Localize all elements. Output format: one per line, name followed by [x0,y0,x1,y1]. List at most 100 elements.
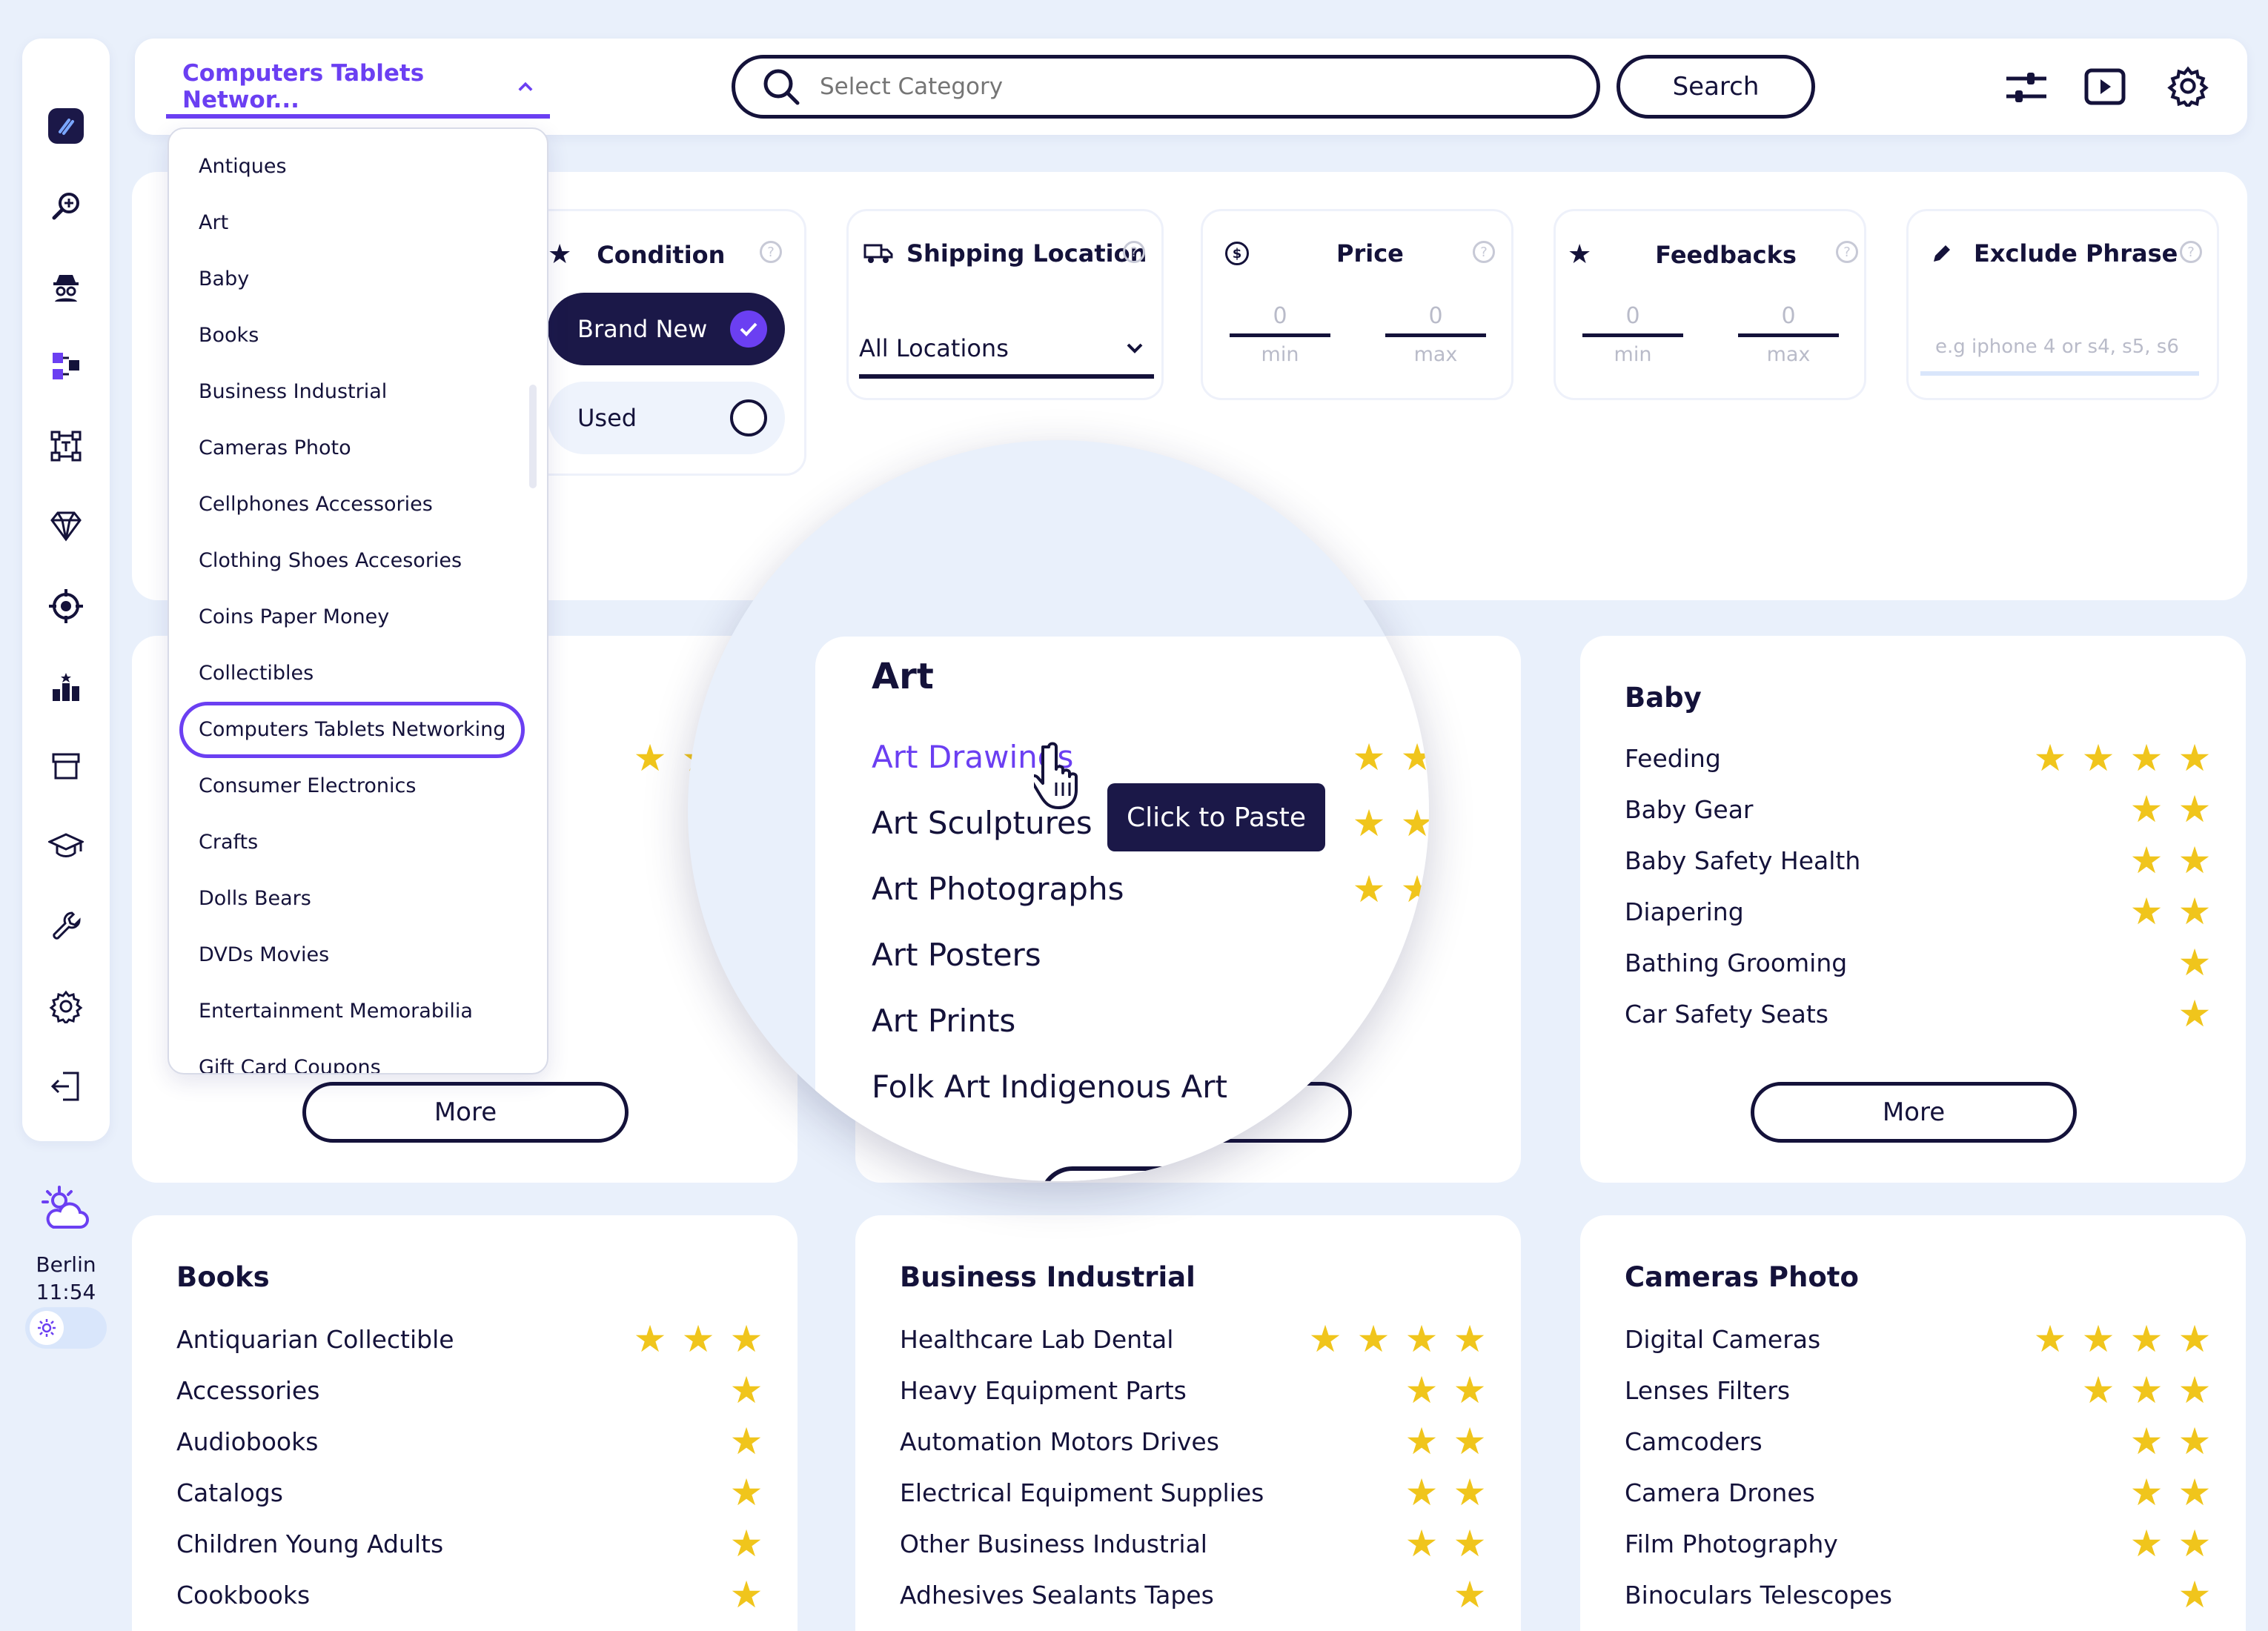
feedbacks-min-value: 0 [1582,303,1683,337]
dropdown-item[interactable]: Cellphones Accessories [199,488,433,522]
search-icon [763,69,800,105]
more-button[interactable]: More [302,1082,629,1143]
price-min[interactable]: 0 min [1230,303,1330,366]
dropdown-item[interactable]: Art [199,206,228,240]
subcategory-row[interactable]: Adhesives Sealants Tapes ★ [900,1576,1488,1613]
theme-toggle[interactable] [25,1307,107,1349]
dropdown-item[interactable]: Consumer Electronics [199,769,416,803]
dropdown-item[interactable]: Baby [199,262,249,296]
archive-icon[interactable] [44,744,88,788]
subcategory-label: Other Business Industrial [900,1529,1207,1558]
subcategory-row[interactable]: Lenses Filters ★ ★ ★ [1625,1372,2213,1409]
dropdown-item[interactable]: Antiques [199,150,287,184]
condition-used[interactable]: Used [548,382,785,454]
text-frame-icon[interactable] [44,424,88,468]
shipping-location-select[interactable]: All Locations [859,322,1154,379]
category-select[interactable]: Computers Tablets Networ... [166,59,550,119]
radio-icon [730,399,767,436]
dropdown-item[interactable]: Clothing Shoes Accesories [199,544,462,578]
art-subcategory[interactable]: Art Photographs [872,867,1124,911]
rating-stars: ★★ [1403,1372,1488,1409]
subcategory-row[interactable]: Cookbooks ★ [176,1576,765,1613]
subcategory-row[interactable]: Binoculars Telescopes ★ [1625,1576,2213,1613]
condition-brand-new[interactable]: Brand New [548,293,785,365]
more-button[interactable]: More [1751,1082,2077,1143]
subcategory-row[interactable]: Digital Cameras ★ ★ ★ ★ [1625,1321,2213,1358]
search-box[interactable] [732,55,1600,119]
star-icon: ★ [2178,1471,2212,1514]
subcategory-label: Children Young Adults [176,1529,444,1558]
card-title: Books [176,1261,270,1293]
graduation-cap-icon[interactable] [44,824,88,868]
star-icon: ★ [2129,1522,2163,1565]
subcategory-row[interactable]: Baby Safety Health ★ ★ [1625,842,2213,879]
help-icon[interactable]: ? [760,241,782,263]
dropdown-item[interactable]: DVDs Movies [199,938,329,972]
search-button[interactable]: Search [1617,55,1815,119]
subcategory-row[interactable]: Audiobooks ★ [176,1423,765,1460]
help-icon[interactable]: ? [1123,241,1145,263]
subcategory-row[interactable]: Automation Motors Drives ★ ★ [900,1423,1488,1460]
feedbacks-min-label: min [1614,343,1652,366]
video-play-icon[interactable] [2084,68,2126,108]
flow-icon[interactable] [44,344,88,388]
settings-icon[interactable] [44,984,88,1029]
search-input[interactable] [820,73,1487,100]
art-subcategory[interactable]: Folk Art Indigenous Art [872,1065,1227,1109]
art-subcategory[interactable]: Art Prints [872,999,1015,1043]
subcategory-row[interactable]: Electrical Equipment Supplies ★ ★ [900,1474,1488,1511]
subcategory-row[interactable]: Accessories ★ [176,1372,765,1409]
rating-stars: ★★ [1350,805,1429,842]
help-icon[interactable]: ? [2180,241,2202,263]
dropdown-item[interactable]: Dolls Bears [199,882,311,916]
dropdown-item[interactable]: Business Industrial [199,375,387,409]
feedbacks-min[interactable]: 0 min [1582,303,1683,366]
spy-icon[interactable] [44,264,88,308]
dropdown-item[interactable]: Gift Card Coupons [199,1051,381,1073]
dropdown-scrollbar[interactable] [529,385,537,488]
subcategory-row[interactable]: Catalogs ★ [176,1474,765,1511]
subcategory-row[interactable]: Healthcare Lab Dental ★ ★ ★ ★ [900,1321,1488,1358]
wrench-icon[interactable] [44,904,88,949]
exclude-phrase-input[interactable]: e.g iphone 4 or s4, s5, s6 [1920,322,2199,376]
dropdown-item[interactable]: Entertainment Memorabilia [199,994,473,1029]
subcategory-row[interactable]: Bathing Grooming ★ [1625,944,2213,981]
dropdown-item[interactable]: Collectibles [199,657,314,691]
search-zoom-icon[interactable] [44,184,88,228]
subcategory-label: Baby Gear [1625,794,1754,824]
art-subcategory[interactable]: Art Posters [872,933,1041,977]
subcategory-row[interactable]: Baby Gear ★ ★ [1625,791,2213,828]
sliders-icon[interactable] [2005,68,2048,110]
subcategory-row[interactable]: Camcoders ★ ★ [1625,1423,2213,1460]
feedbacks-max[interactable]: 0 max [1738,303,1839,366]
subcategory-row[interactable]: Car Safety Seats ★ [1625,995,2213,1032]
subcategory-row[interactable]: Film Photography ★ ★ [1625,1525,2213,1562]
shipping-location-value: All Locations [859,334,1009,362]
dropdown-item[interactable]: Coins Paper Money [199,600,389,634]
help-icon[interactable]: ? [1836,241,1858,263]
subcategory-row[interactable]: Feeding ★ ★ ★ ★ [1625,740,2213,777]
price-max[interactable]: 0 max [1385,303,1486,366]
subcategory-row[interactable]: Heavy Equipment Parts ★ ★ [900,1372,1488,1409]
subcategory-row[interactable]: Antiquarian Collectible ★ ★ ★ [176,1321,765,1358]
category-card-cameras: Cameras Photo Digital Cameras ★ ★ ★ ★ Lenses … [1580,1215,2246,1631]
subcategory-row[interactable]: Other Business Industrial ★ ★ [900,1525,1488,1562]
exclude-filter: Exclude Phrase ? e.g iphone 4 or s4, s5,… [1906,209,2219,400]
help-icon[interactable]: ? [1473,241,1495,263]
star-icon: ★ [729,1573,763,1616]
logout-icon[interactable] [44,1064,88,1109]
dropdown-item[interactable]: Crafts [199,826,258,860]
dropdown-item[interactable]: Books [199,319,259,353]
target-icon[interactable] [44,584,88,628]
dropdown-item[interactable]: Cameras Photo [199,431,351,465]
diamond-icon[interactable] [44,504,88,548]
dropdown-item[interactable]: Computers Tablets Networking [199,713,505,747]
podium-icon[interactable] [44,664,88,708]
subcategory-row[interactable]: Children Young Adults ★ [176,1525,765,1562]
weather-widget: Berlin 11:54 [22,1184,110,1304]
gear-icon[interactable] [2167,65,2209,110]
subcategory-row[interactable]: Diapering ★ ★ [1625,893,2213,930]
star-icon: ★ [1453,1471,1487,1514]
app-logo[interactable] [44,104,88,148]
subcategory-row[interactable]: Camera Drones ★ ★ [1625,1474,2213,1511]
